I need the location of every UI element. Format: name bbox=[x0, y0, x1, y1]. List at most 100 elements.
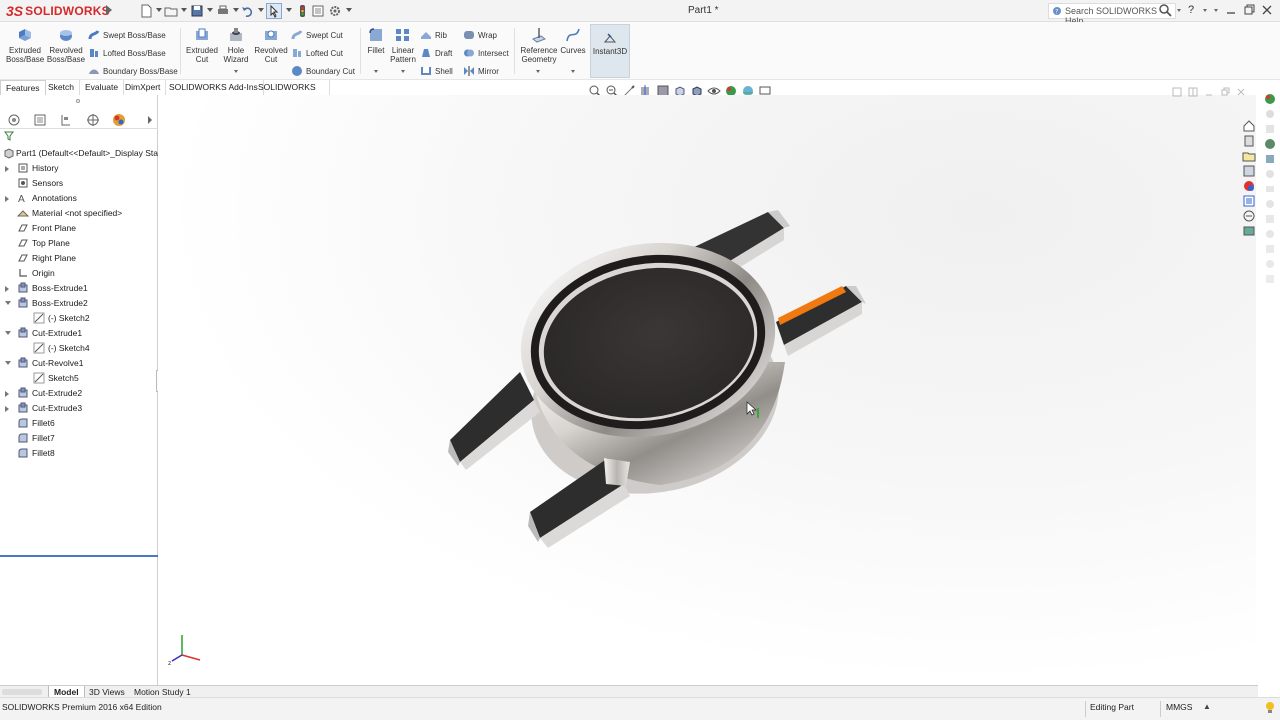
tree-item-sensors[interactable]: Sensors bbox=[0, 176, 158, 191]
dimxpert-manager-tab-icon[interactable] bbox=[85, 112, 101, 128]
open-folder-icon[interactable] bbox=[163, 3, 179, 19]
search-icon[interactable] bbox=[1158, 3, 1172, 20]
curves-caret-icon[interactable] bbox=[571, 70, 575, 73]
tree-item-history[interactable]: History bbox=[0, 161, 158, 176]
configuration-manager-tab-icon[interactable] bbox=[58, 112, 74, 128]
design-library-icon[interactable] bbox=[1242, 134, 1256, 148]
options-gear-icon[interactable] bbox=[327, 3, 343, 19]
expand-arrow-icon[interactable] bbox=[5, 406, 9, 412]
scene-icon[interactable] bbox=[1264, 138, 1276, 150]
tab-sketch[interactable]: Sketch bbox=[43, 80, 80, 95]
tree-item-sketch4[interactable]: (-) Sketch4 bbox=[0, 341, 158, 356]
tree-item-cut-extrude3[interactable]: Cut-Extrude3 bbox=[0, 401, 158, 416]
watch-case-model[interactable] bbox=[158, 95, 1256, 685]
instant3d-button[interactable]: Instant3D bbox=[590, 24, 630, 78]
collapse-arrow-icon[interactable] bbox=[5, 361, 11, 365]
realview-icon[interactable] bbox=[1264, 93, 1276, 105]
file-properties-icon[interactable] bbox=[310, 3, 326, 19]
tree-item-boss-extrude1[interactable]: Boss-Extrude1 bbox=[0, 281, 158, 296]
shell-button[interactable]: Shell bbox=[420, 64, 453, 78]
options-caret-icon[interactable] bbox=[346, 8, 352, 12]
tree-item-fillet6[interactable]: Fillet6 bbox=[0, 416, 158, 431]
tree-item-origin[interactable]: Origin bbox=[0, 266, 158, 281]
tree-item-sketch5[interactable]: Sketch5 bbox=[0, 371, 158, 386]
tree-item-front-plane[interactable]: Front Plane bbox=[0, 221, 158, 236]
panel-grip-icon[interactable] bbox=[76, 99, 80, 103]
minimize-icon[interactable] bbox=[1224, 3, 1238, 17]
boundary-boss-button[interactable]: Boundary Boss/Base bbox=[88, 64, 178, 78]
units-caret-icon[interactable]: ▲ bbox=[1203, 702, 1211, 711]
tab-evaluate[interactable]: Evaluate bbox=[80, 80, 125, 95]
expand-arrow-icon[interactable] bbox=[5, 196, 9, 202]
draft-button[interactable]: Draft bbox=[420, 46, 452, 60]
reference-caret-icon[interactable] bbox=[536, 70, 540, 73]
lug-top-right[interactable] bbox=[776, 286, 866, 356]
tab-features[interactable]: Features bbox=[0, 80, 46, 95]
faded-tool-icon[interactable] bbox=[1264, 213, 1276, 225]
faded-tool-icon[interactable] bbox=[1264, 258, 1276, 270]
tree-item-boss-extrude2[interactable]: Boss-Extrude2 bbox=[0, 296, 158, 311]
revolved-cut-button[interactable]: Revolved Cut bbox=[253, 26, 289, 64]
resources-icon[interactable] bbox=[1242, 224, 1256, 238]
hole-wizard-button[interactable]: Hole Wizard bbox=[220, 26, 252, 64]
menu-expand-arrow-icon[interactable] bbox=[106, 5, 112, 15]
horizontal-scrollbar[interactable] bbox=[2, 689, 42, 695]
tree-item-fillet8[interactable]: Fillet8 bbox=[0, 446, 158, 461]
pattern-caret-icon[interactable] bbox=[401, 70, 405, 73]
revolved-boss-button[interactable]: Revolved Boss/Base bbox=[46, 26, 86, 64]
feature-manager-tab-icon[interactable] bbox=[6, 112, 22, 128]
expand-arrow-icon[interactable] bbox=[5, 286, 9, 292]
tab-dimxpert[interactable]: DimXpert bbox=[120, 80, 167, 95]
traffic-light-icon[interactable] bbox=[294, 3, 310, 19]
collapse-arrow-icon[interactable] bbox=[5, 331, 11, 335]
faded-tool-icon[interactable] bbox=[1264, 198, 1276, 210]
tree-item-material-not-specified[interactable]: Material <not specified> bbox=[0, 206, 158, 221]
home-icon[interactable] bbox=[1242, 119, 1256, 133]
faded-tool-icon[interactable] bbox=[1264, 183, 1276, 195]
tree-item-cut-extrude1[interactable]: Cut-Extrude1 bbox=[0, 326, 158, 341]
tab-addins[interactable]: SOLIDWORKS Add-Ins bbox=[164, 80, 264, 95]
solidworks-logo[interactable]: 3S SOLIDWORKS bbox=[6, 2, 110, 20]
help-caret-icon[interactable] bbox=[1203, 9, 1207, 12]
select-arrow-icon[interactable] bbox=[266, 3, 282, 19]
tree-item-cut-revolve1[interactable]: Cut-Revolve1 bbox=[0, 356, 158, 371]
decals-icon[interactable] bbox=[1264, 153, 1276, 165]
collapse-arrow-icon[interactable] bbox=[5, 301, 11, 305]
display-manager-tab-icon[interactable] bbox=[111, 112, 127, 128]
open-caret-icon[interactable] bbox=[181, 8, 187, 12]
swept-cut-button[interactable]: Swept Cut bbox=[291, 28, 343, 42]
save-caret-icon[interactable] bbox=[207, 8, 213, 12]
lightbulb-icon[interactable] bbox=[1264, 701, 1276, 718]
faded-tool-icon[interactable] bbox=[1264, 273, 1276, 285]
extruded-boss-button[interactable]: Extruded Boss/Base bbox=[6, 26, 44, 64]
reference-geometry-button[interactable]: Reference Geometry bbox=[519, 26, 559, 64]
restore-icon[interactable] bbox=[1242, 3, 1256, 17]
faded-tool-icon[interactable] bbox=[1264, 108, 1276, 120]
help-button[interactable]: ? bbox=[1188, 4, 1194, 16]
faded-tool-icon[interactable] bbox=[1264, 228, 1276, 240]
custom-properties-icon[interactable] bbox=[1242, 194, 1256, 208]
curves-button[interactable]: Curves bbox=[560, 26, 586, 55]
fillet-caret-icon[interactable] bbox=[374, 70, 378, 73]
faded-tool-icon[interactable] bbox=[1264, 243, 1276, 255]
new-document-icon[interactable] bbox=[138, 3, 154, 19]
extruded-cut-button[interactable]: Extruded Cut bbox=[184, 26, 220, 64]
intersect-button[interactable]: Intersect bbox=[463, 46, 509, 60]
save-icon[interactable] bbox=[189, 3, 205, 19]
lofted-cut-button[interactable]: Lofted Cut bbox=[291, 46, 343, 60]
tree-item-fillet7[interactable]: Fillet7 bbox=[0, 431, 158, 446]
tab-mbd[interactable]: SOLIDWORKS MBD bbox=[253, 80, 330, 107]
panel-tabs-more-icon[interactable] bbox=[148, 116, 152, 124]
expand-arrow-icon[interactable] bbox=[5, 391, 9, 397]
print-caret-icon[interactable] bbox=[233, 8, 239, 12]
undo-caret-icon[interactable] bbox=[258, 8, 264, 12]
faded-tool-icon[interactable] bbox=[1264, 168, 1276, 180]
boundary-cut-button[interactable]: Boundary Cut bbox=[291, 64, 355, 78]
lofted-boss-button[interactable]: Lofted Boss/Base bbox=[88, 46, 166, 60]
fillet-button[interactable]: Fillet bbox=[363, 26, 389, 55]
expand-arrow-icon[interactable] bbox=[5, 166, 9, 172]
appearances-icon[interactable] bbox=[1242, 179, 1256, 193]
hole-wizard-caret-icon[interactable] bbox=[234, 70, 238, 73]
undo-icon[interactable] bbox=[240, 3, 256, 19]
filter-icon[interactable] bbox=[4, 131, 14, 144]
